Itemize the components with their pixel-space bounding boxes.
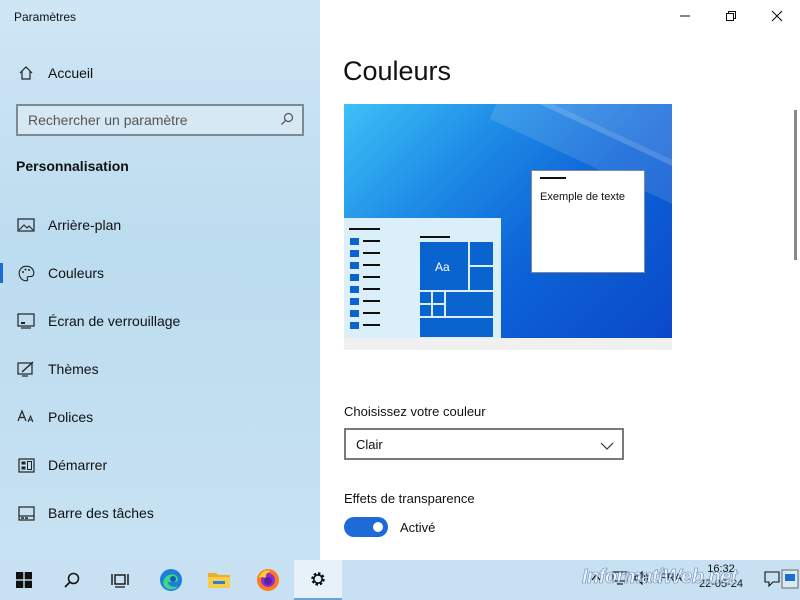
notifications-icon[interactable] [764, 571, 780, 590]
taskbar-search-button[interactable] [48, 560, 96, 600]
nav-home[interactable]: Accueil [0, 53, 320, 93]
minimize-icon [680, 15, 690, 17]
sidebar-item-themes[interactable]: Thèmes [0, 349, 320, 389]
preview-desktop: Aa Exemple de texte [344, 104, 672, 338]
search-box[interactable] [16, 104, 304, 136]
themes-icon [16, 359, 36, 379]
sidebar-item-start[interactable]: Démarrer [0, 445, 320, 485]
preview-tile [432, 291, 445, 304]
preview-start-line [363, 252, 380, 254]
preview-tile [445, 291, 494, 317]
taskbar-icon [16, 503, 36, 523]
task-view-button[interactable] [96, 560, 144, 600]
search-icon [64, 572, 80, 588]
lock-screen-icon [16, 311, 36, 331]
preview-start-line [363, 312, 380, 314]
app-title: Paramètres [14, 10, 77, 24]
preview-sample-text: Exemple de texte [540, 191, 625, 203]
sidebar-item-label: Couleurs [48, 265, 105, 281]
firefox-icon [257, 569, 279, 591]
preview-start-entry [350, 250, 359, 257]
notification-thumbnail-icon[interactable] [780, 568, 800, 593]
preview-start-line [363, 264, 380, 266]
preview-tile-large: Aa [419, 241, 469, 291]
sidebar: Paramètres Accueil Personnalisation Arri… [0, 0, 320, 560]
color-choice-label: Choisissez votre couleur [344, 404, 486, 419]
edge-icon [160, 569, 182, 591]
page-title: Couleurs [343, 56, 452, 86]
sidebar-item-label: Barre des tâches [48, 505, 154, 521]
file-explorer-icon [208, 573, 230, 588]
preview-tile [419, 291, 432, 304]
sidebar-item-colors[interactable]: Couleurs [0, 253, 320, 293]
watermark-logo: InformatiWeb.net [582, 566, 738, 589]
section-title: Personnalisation [16, 158, 129, 174]
sidebar-item-label: Arrière-plan [48, 217, 122, 233]
preview-start-menu: Aa [344, 218, 501, 338]
search-icon[interactable] [280, 112, 294, 131]
preview-tile [469, 241, 494, 266]
preview-start-entry [350, 274, 359, 281]
preview-start-line [363, 240, 380, 242]
preview-start-entry [350, 310, 359, 317]
preview-window-bar [540, 177, 566, 179]
search-input[interactable] [18, 112, 268, 128]
transparency-state: Activé [400, 520, 436, 535]
close-button[interactable] [754, 0, 800, 32]
palette-icon [16, 263, 36, 283]
sidebar-item-fonts[interactable]: Polices [0, 397, 320, 437]
preview-start-entry [350, 238, 359, 245]
transparency-label: Effets de transparence [344, 491, 475, 506]
home-icon [16, 63, 36, 83]
preview-start-entry [350, 286, 359, 293]
transparency-toggle[interactable] [344, 517, 388, 537]
chevron-down-icon [600, 438, 614, 456]
picture-icon [16, 215, 36, 235]
sidebar-item-label: Thèmes [48, 361, 99, 377]
sidebar-item-lock-screen[interactable]: Écran de verrouillage [0, 301, 320, 341]
windows-start-icon [16, 572, 32, 588]
sidebar-item-label: Polices [48, 409, 94, 425]
preview-start-entry [350, 298, 359, 305]
preview-start-line [363, 288, 380, 290]
settings-button[interactable] [294, 560, 342, 600]
start-icon [16, 455, 36, 475]
sidebar-item-taskbar[interactable]: Barre des tâches [0, 493, 320, 533]
preview-text-window: Exemple de texte [531, 170, 645, 273]
preview-start-entry [350, 262, 359, 269]
preview-tile-text: Aa [435, 260, 450, 274]
preview-start-line [363, 324, 380, 326]
color-choice-dropdown[interactable]: Clair [344, 428, 624, 460]
sidebar-item-label: Écran de verrouillage [48, 313, 181, 329]
preview-tiles-header [420, 236, 450, 238]
preview-start-line [363, 276, 380, 278]
preview-start-line [363, 300, 380, 302]
sidebar-item-label: Démarrer [48, 457, 108, 473]
restore-button[interactable] [708, 0, 754, 32]
restore-icon [726, 11, 736, 21]
scrollbar[interactable] [794, 110, 797, 260]
task-view-icon [111, 574, 129, 588]
minimize-button[interactable] [662, 0, 708, 32]
windows-start-button[interactable] [0, 560, 48, 600]
edge-button[interactable] [147, 560, 195, 600]
color-choice-value: Clair [356, 437, 383, 452]
preview-tile [469, 266, 494, 291]
toggle-knob [373, 522, 383, 532]
preview-start-header [349, 228, 380, 230]
fonts-icon [16, 407, 36, 427]
preview-tile [419, 304, 432, 317]
preview-start-entry [350, 322, 359, 329]
firefox-button[interactable] [244, 560, 292, 600]
settings-gear-icon [311, 572, 325, 586]
preview-tile [432, 304, 445, 317]
close-icon [771, 10, 783, 22]
sidebar-item-background[interactable]: Arrière-plan [0, 205, 320, 245]
file-explorer-button[interactable] [195, 560, 243, 600]
preview-tile [419, 317, 494, 338]
nav-home-label: Accueil [48, 65, 94, 81]
color-preview: Aa Exemple de texte [344, 104, 672, 350]
